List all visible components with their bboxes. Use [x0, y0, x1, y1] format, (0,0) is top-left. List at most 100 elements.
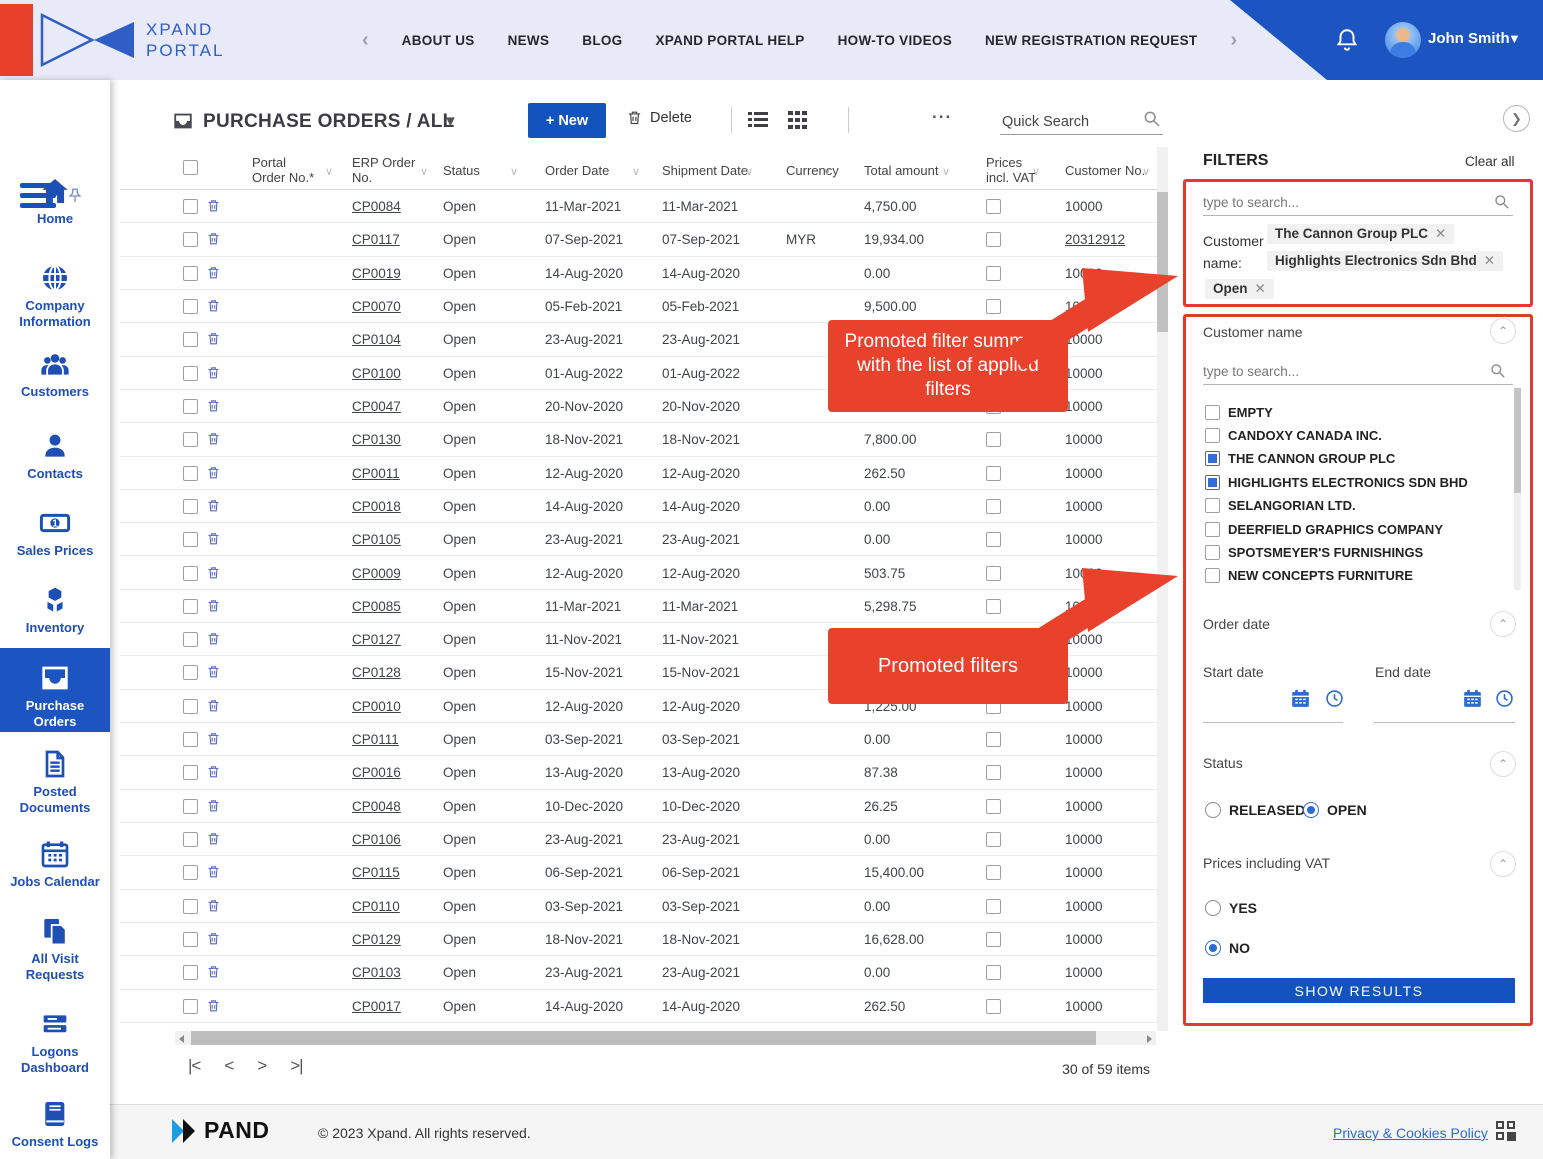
row-checkbox[interactable] — [183, 799, 198, 814]
customer-number-link[interactable]: 10000 — [1065, 457, 1103, 490]
row-delete-trash-icon[interactable] — [206, 798, 221, 815]
end-date-underline[interactable] — [1374, 722, 1515, 723]
filter-option-checkbox[interactable] — [1205, 522, 1220, 537]
customer-number-link[interactable]: 10000 — [1065, 890, 1103, 923]
order-number-link[interactable]: CP0130 — [352, 423, 401, 456]
top-nav-item-how-to-videos[interactable]: HOW-TO VIDEOS — [838, 33, 952, 48]
row-checkbox[interactable] — [183, 999, 198, 1014]
row-delete-trash-icon[interactable] — [206, 431, 221, 448]
sort-chevron-icon[interactable]: ∨ — [510, 165, 518, 178]
delete-button[interactable]: Delete — [626, 108, 692, 127]
row-delete-trash-icon[interactable] — [206, 864, 221, 881]
top-nav-item-news[interactable]: NEWS — [508, 33, 550, 48]
customer-number-link[interactable]: 10000 — [1065, 357, 1103, 390]
vat-checkbox[interactable] — [986, 865, 1001, 880]
list-view-icon[interactable] — [748, 111, 768, 134]
customer-number-link[interactable]: 10000 — [1065, 856, 1103, 889]
row-delete-trash-icon[interactable] — [206, 531, 221, 548]
order-number-link[interactable]: CP0103 — [352, 956, 401, 989]
next-page-button[interactable]: > — [257, 1056, 266, 1076]
sidebar-item-all-visit-requests[interactable]: All Visit Requests — [0, 915, 110, 983]
row-checkbox[interactable] — [183, 632, 198, 647]
customer-number-link[interactable]: 10000 — [1065, 623, 1103, 656]
sidebar-item-consent-logs[interactable]: Consent Logs — [0, 1098, 110, 1150]
customer-number-link[interactable]: 10000 — [1065, 823, 1103, 856]
order-number-link[interactable]: CP0019 — [352, 257, 401, 290]
customer-number-link[interactable]: 20312912 — [1065, 223, 1125, 256]
sort-chevron-icon[interactable]: ∨ — [420, 165, 428, 178]
sort-chevron-icon[interactable]: ∨ — [632, 165, 640, 178]
row-delete-trash-icon[interactable] — [206, 465, 221, 482]
row-delete-trash-icon[interactable] — [206, 664, 221, 681]
vat-checkbox[interactable] — [986, 266, 1001, 281]
row-checkbox[interactable] — [183, 665, 198, 680]
vat-checkbox[interactable] — [986, 232, 1001, 247]
order-number-link[interactable]: CP0017 — [352, 990, 401, 1023]
scroll-right-arrow-icon[interactable] — [1147, 1035, 1152, 1043]
row-delete-trash-icon[interactable] — [206, 265, 221, 282]
status-option-open[interactable]: OPEN — [1303, 800, 1367, 820]
vat-option-yes[interactable]: YES — [1205, 898, 1257, 918]
status-radio[interactable] — [1205, 802, 1221, 818]
top-nav-item-blog[interactable]: BLOG — [582, 33, 622, 48]
row-delete-trash-icon[interactable] — [206, 831, 221, 848]
sidebar-item-sales-prices[interactable]: 1Sales Prices — [0, 507, 110, 559]
row-checkbox[interactable] — [183, 899, 198, 914]
filter-option-checkbox[interactable] — [1205, 428, 1220, 443]
customer-number-link[interactable]: 10000 — [1065, 990, 1103, 1023]
row-checkbox[interactable] — [183, 566, 198, 581]
row-checkbox[interactable] — [183, 399, 198, 414]
more-options-button[interactable]: ... — [932, 103, 952, 123]
order-number-link[interactable]: CP0010 — [352, 690, 401, 723]
sidebar-item-company-information[interactable]: Company Information — [0, 262, 110, 330]
vat-checkbox[interactable] — [986, 965, 1001, 980]
row-delete-trash-icon[interactable] — [206, 598, 221, 615]
filter-option-checkbox[interactable] — [1205, 545, 1220, 560]
vat-checkbox[interactable] — [986, 765, 1001, 780]
customer-number-link[interactable]: 10000 — [1065, 390, 1103, 423]
clear-all-link[interactable]: Clear all — [1465, 154, 1515, 169]
grid-view-icon[interactable] — [788, 111, 808, 134]
column-header-status[interactable]: Status — [443, 163, 480, 178]
search-icon[interactable] — [1492, 192, 1511, 211]
scrollbar-thumb[interactable] — [1157, 192, 1168, 332]
customer-number-link[interactable]: 10000 — [1065, 756, 1103, 789]
end-date-calendar-icon[interactable] — [1462, 688, 1483, 709]
filter-option-checkbox[interactable] — [1205, 568, 1220, 583]
customer-number-link[interactable]: 10000 — [1065, 490, 1103, 523]
top-nav-item-new-registration-request[interactable]: NEW REGISTRATION REQUEST — [985, 33, 1197, 48]
order-number-link[interactable]: CP0111 — [352, 723, 399, 756]
customer-number-link[interactable]: 10000 — [1065, 190, 1103, 223]
customer-number-link[interactable]: 10000 — [1065, 923, 1103, 956]
row-checkbox[interactable] — [183, 332, 198, 347]
column-header-order-date[interactable]: Order Date — [545, 163, 609, 178]
customer-number-link[interactable]: 10000 — [1065, 290, 1103, 323]
user-name[interactable]: John Smith — [1428, 30, 1510, 47]
row-delete-trash-icon[interactable] — [206, 398, 221, 415]
filter-panel-collapse-button[interactable]: ❯ — [1503, 105, 1530, 132]
customer-number-link[interactable]: 10000 — [1065, 790, 1103, 823]
order-number-link[interactable]: CP0110 — [352, 890, 400, 923]
last-page-button[interactable]: >| — [290, 1056, 302, 1076]
customer-number-link[interactable]: 10000 — [1065, 690, 1103, 723]
filter-option-checkbox[interactable] — [1205, 475, 1220, 490]
order-number-link[interactable]: CP0128 — [352, 656, 401, 689]
customer-number-link[interactable]: 10000 — [1065, 723, 1103, 756]
order-number-link[interactable]: CP0009 — [352, 557, 401, 590]
sidebar-item-purchase-orders[interactable]: Purchase Orders — [0, 648, 110, 732]
column-header-shipment-date[interactable]: Shipment Date — [662, 163, 748, 178]
sort-chevron-icon[interactable]: ∨ — [823, 165, 831, 178]
collapse-order-date-icon[interactable]: ⌃ — [1490, 611, 1516, 637]
scrollbar-thumb[interactable] — [1514, 388, 1521, 493]
vat-checkbox[interactable] — [986, 799, 1001, 814]
filter-list-scrollbar[interactable] — [1514, 388, 1521, 590]
row-delete-trash-icon[interactable] — [206, 365, 221, 382]
collapse-status-icon[interactable]: ⌃ — [1490, 751, 1516, 777]
previous-page-button[interactable]: < — [224, 1056, 233, 1076]
sidebar-item-posted-documents[interactable]: Posted Documents — [0, 748, 110, 816]
view-selector-chevron-icon[interactable]: ▼ — [443, 113, 458, 130]
order-number-link[interactable]: CP0127 — [352, 623, 401, 656]
row-checkbox[interactable] — [183, 865, 198, 880]
status-radio[interactable] — [1303, 802, 1319, 818]
sort-chevron-icon[interactable]: ∨ — [1032, 165, 1040, 178]
